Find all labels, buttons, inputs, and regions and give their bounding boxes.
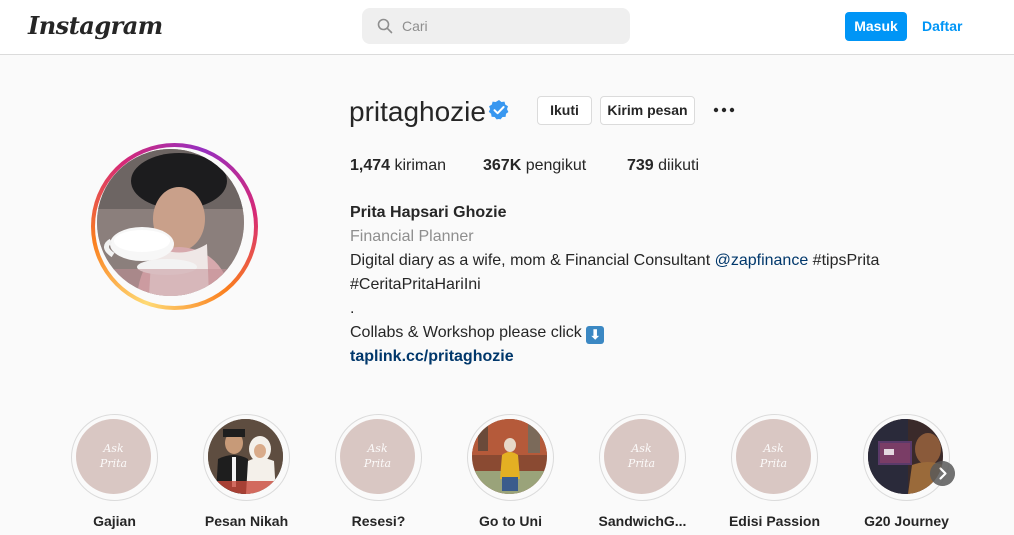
cover-text-line: Prita [627,457,656,470]
stat-value: 1,474 [350,157,391,174]
highlight-cover: Ask Prita [76,419,151,494]
verified-badge-icon [488,100,509,120]
more-options-icon[interactable] [711,98,737,122]
cover-text-line: Ask [103,442,124,455]
highlight-cover: Ask Prita [604,419,679,494]
cover-text-line: Ask [763,442,784,455]
bio-text: Digital diary as a wife, mom & Financial… [350,252,715,269]
follow-button[interactable]: Ikuti [537,96,592,125]
stat-label: diikuti [653,157,700,174]
highlight-cover-text: Ask Prita [76,441,151,471]
bio-line: Collabs & Workshop please click ⬇ [350,321,950,345]
down-arrow-emoji-icon: ⬇ [586,326,605,344]
instagram-logo[interactable]: Instagram [28,11,163,40]
highlight-cover-text: Ask Prita [604,441,679,471]
cover-text-line: Prita [99,457,128,470]
profile-avatar[interactable] [97,149,244,296]
cover-text-line: Prita [759,457,788,470]
cover-text-line: Ask [631,442,652,455]
highlight-cover [868,419,943,494]
search-box[interactable] [362,8,630,44]
profile-avatar-story-ring[interactable] [91,143,258,310]
bio-hashtag-line[interactable]: #CeritaPritaHariIni [350,273,950,297]
highlight-label: G20 Journey [864,513,949,529]
send-message-button[interactable]: Kirim pesan [600,96,695,125]
stat-value: 739 [627,157,654,174]
posts-count: 1,474 kiriman [350,157,446,175]
highlight-cover [472,419,547,494]
highlight-photo [208,419,283,494]
login-button[interactable]: Masuk [845,12,907,41]
following-count[interactable]: 739 diikuti [627,157,699,175]
highlight-cover [208,419,283,494]
highlight-cover-text: Ask Prita [340,441,415,471]
highlight-label: Edisi Passion [728,513,821,529]
signup-link[interactable]: Daftar [922,18,962,34]
cover-text-line: Ask [367,442,388,455]
highlight-label: Gajian [93,513,136,529]
cover-text-line: Prita [363,457,392,470]
highlight-cover: Ask Prita [340,419,415,494]
bio-text: Collabs & Workshop please click [350,324,587,341]
highlight-label: Go to Uni [479,513,542,529]
top-navigation-bar: Instagram Masuk Daftar [0,0,1014,55]
stat-label: kiriman [390,157,447,174]
stat-value: 367K [483,157,522,174]
highlight-label: SandwichG... [598,513,687,529]
search-input[interactable] [402,8,622,44]
highlight-label: Resesi? [351,513,406,529]
profile-bio: Prita Hapsari Ghozie Financial Planner D… [350,201,950,369]
bio-line: Digital diary as a wife, mom & Financial… [350,249,950,273]
bio-mention-link[interactable]: @zapfinance [715,252,809,269]
highlight-label: Pesan Nikah [204,513,289,529]
search-icon [377,18,393,34]
profile-category: Financial Planner [350,228,474,245]
followers-count[interactable]: 367K pengikut [483,157,586,175]
highlight-photo [868,419,943,494]
highlight-cover-text: Ask Prita [736,441,811,471]
bio-hashtag[interactable]: #tipsPrita [808,252,880,269]
stat-label: pengikut [521,157,587,174]
highlight-photo [472,419,547,494]
bio-dot-line: . [350,300,355,317]
full-name: Prita Hapsari Ghozie [350,204,507,221]
profile-photo [97,149,244,296]
bio-external-link[interactable]: taplink.cc/pritaghozie [350,345,950,369]
profile-username: pritaghozie [349,96,486,127]
highlight-cover: Ask Prita [736,419,811,494]
chevron-right-icon[interactable] [930,461,955,486]
